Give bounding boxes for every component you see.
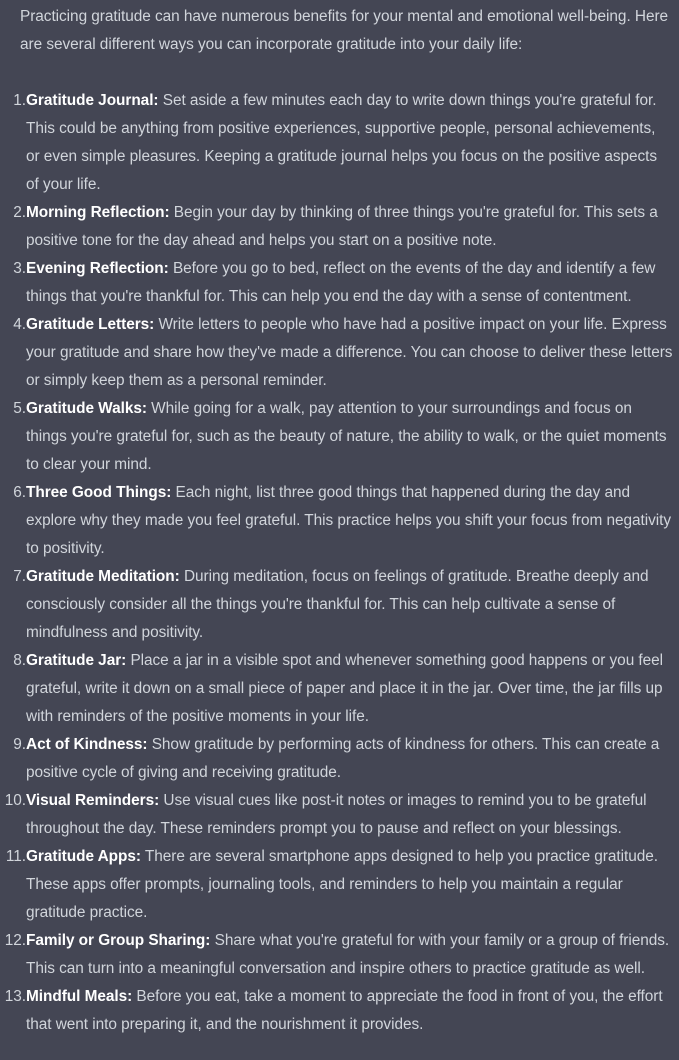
item-term: Evening Reflection: <box>26 260 169 277</box>
list-item: 1. Gratitude Journal: Set aside a few min… <box>13 87 679 199</box>
item-term: Visual Reminders: <box>26 792 160 809</box>
gratitude-ways-list: 1. Gratitude Journal: Set aside a few min… <box>5 87 679 1039</box>
list-number: 3. <box>13 260 26 277</box>
list-number: 8. <box>13 652 26 669</box>
list-item: 11. Gratitude Apps: There are several sma… <box>6 843 679 927</box>
item-term: Gratitude Journal: <box>26 92 159 109</box>
list-number: 5. <box>13 400 26 417</box>
list-item: 10. Visual Reminders: Use visual cues lik… <box>5 787 679 843</box>
item-term: Gratitude Meditation: <box>26 568 180 585</box>
list-number: 1. <box>13 92 26 109</box>
list-item: 9. Act of Kindness: Show gratitude by per… <box>13 731 679 787</box>
list-number: 4. <box>13 316 26 333</box>
item-term: Gratitude Letters: <box>26 316 155 333</box>
assistant-response: Practicing gratitude can have numerous b… <box>0 0 679 1060</box>
item-term: Morning Reflection: <box>26 204 170 221</box>
item-term: Family or Group Sharing: <box>26 932 211 949</box>
list-number: 6. <box>13 484 26 501</box>
item-term: Gratitude Apps: <box>26 848 141 865</box>
intro-paragraph: Practicing gratitude can have numerous b… <box>20 8 669 53</box>
list-item: 6. Three Good Things: Each night, list th… <box>13 479 679 563</box>
list-number: 2. <box>13 204 26 221</box>
item-term: Gratitude Walks: <box>26 400 147 417</box>
item-term: Three Good Things: <box>26 484 172 501</box>
list-number: 7. <box>13 568 26 585</box>
list-item: 8. Gratitude Jar: Place a jar in a visibl… <box>13 647 679 731</box>
list-item: 12. Family or Group Sharing: Share what y… <box>5 927 679 983</box>
list-number: 9. <box>13 736 26 753</box>
list-number: 12. <box>4 932 26 949</box>
list-item: 5. Gratitude Walks: While going for a wal… <box>13 395 679 479</box>
list-item: 7. Gratitude Meditation: During meditatio… <box>13 563 679 647</box>
list-item: 2. Morning Reflection: Begin your day by … <box>13 199 679 255</box>
list-item: 3. Evening Reflection: Before you go to b… <box>13 255 679 311</box>
item-term: Mindful Meals: <box>26 988 133 1005</box>
list-number: 11. <box>5 848 26 865</box>
list-number: 10. <box>4 792 26 809</box>
item-term: Act of Kindness: <box>26 736 148 753</box>
list-item: 4. Gratitude Letters: Write letters to pe… <box>13 311 679 395</box>
item-term: Gratitude Jar: <box>26 652 127 669</box>
list-number: 13. <box>4 988 26 1005</box>
list-item: 13. Mindful Meals: Before you eat, take a… <box>5 983 679 1039</box>
